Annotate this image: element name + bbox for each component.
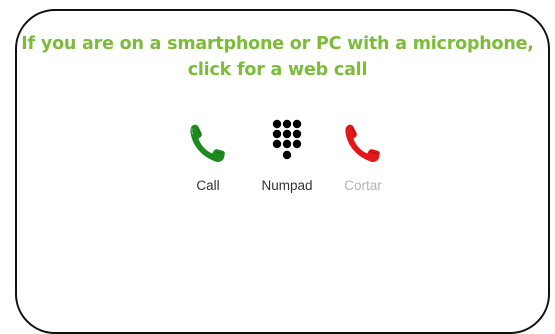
headline-line-1: If you are on a smartphone or PC with a … xyxy=(21,34,534,54)
hangup-button[interactable]: Cortar xyxy=(318,118,408,193)
call-button-label: Call xyxy=(196,178,220,193)
call-button[interactable]: Call xyxy=(163,118,253,193)
call-controls: Call Numpad Cortar xyxy=(0,118,555,208)
phone-icon xyxy=(190,124,225,162)
dialpad-icon xyxy=(272,119,302,160)
phone-icon xyxy=(345,124,380,162)
headline-line-2: click for a web call xyxy=(187,60,368,80)
page-title: If you are on a smartphone or PC with a … xyxy=(0,31,555,83)
hangup-button-label: Cortar xyxy=(344,178,382,193)
